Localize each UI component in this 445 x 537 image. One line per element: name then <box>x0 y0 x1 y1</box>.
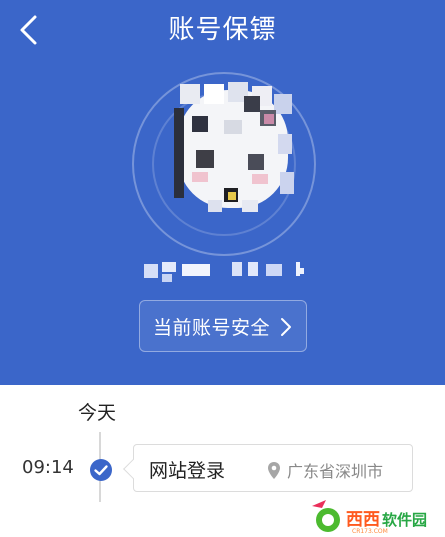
site-watermark-logo: 西西 软件园 CR173.COM <box>306 496 444 536</box>
username-pixelated <box>140 258 310 282</box>
svg-text:软件园: 软件园 <box>382 511 427 529</box>
security-status-label: 当前账号安全 <box>153 316 271 339</box>
avatar[interactable] <box>168 80 298 218</box>
location-text: 广东省深圳市 <box>287 462 384 481</box>
chevron-right-icon <box>281 318 291 336</box>
page-title: 账号保镖 <box>168 15 277 45</box>
svg-text:西西: 西西 <box>346 510 380 530</box>
pixelated-avatar-image <box>174 82 294 212</box>
timeline-day-label: 今天 <box>78 402 117 424</box>
event-title: 网站登录 <box>149 460 226 482</box>
account-guard-header: 账号保镖 当前账号安全 <box>0 0 445 385</box>
map-pin-icon <box>268 461 280 479</box>
event-location: 广东省深圳市 <box>267 458 383 482</box>
check-circle-icon <box>90 459 112 481</box>
card-pointer <box>123 459 143 479</box>
svg-text:CR173.COM: CR173.COM <box>352 528 388 535</box>
login-event-card[interactable]: 网站登录 广东省深圳市 <box>123 444 413 492</box>
event-time: 09:14 <box>22 457 74 478</box>
account-security-status-button[interactable]: 当前账号安全 <box>139 300 307 352</box>
